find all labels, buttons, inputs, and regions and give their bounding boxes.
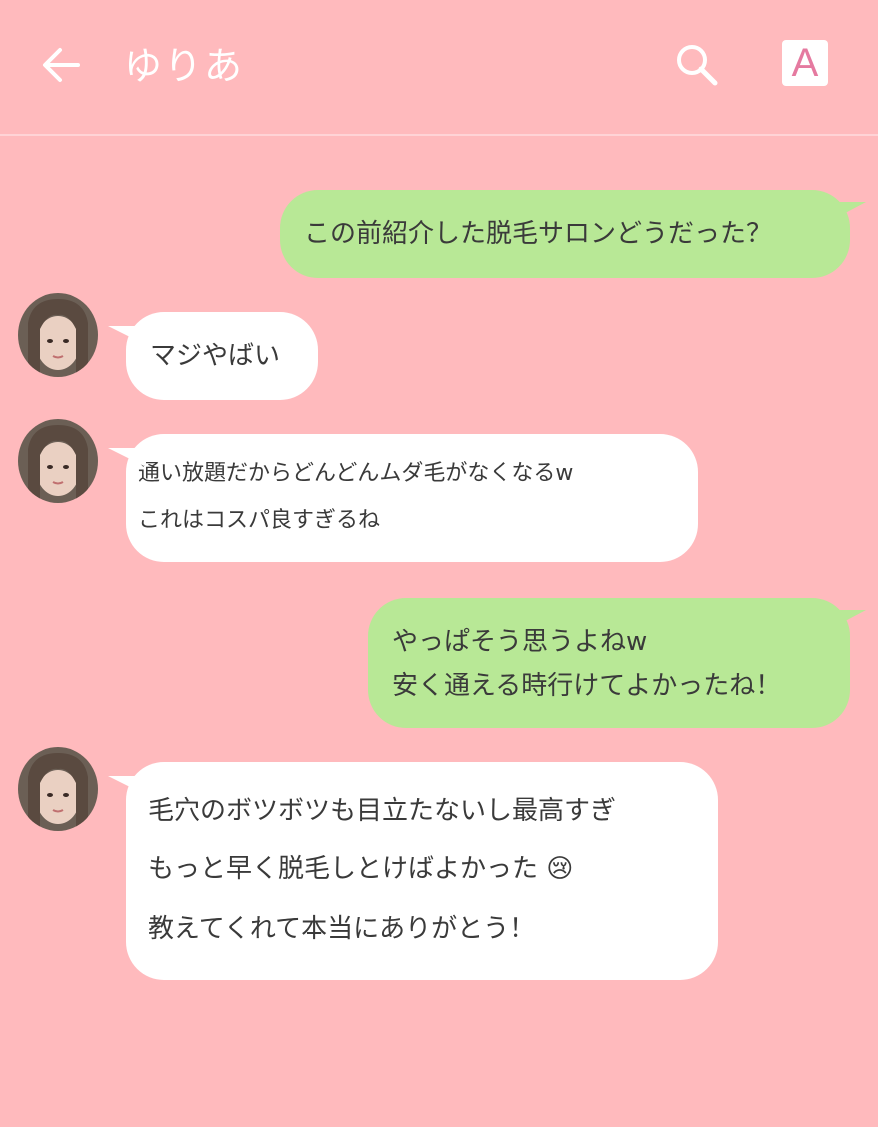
message-bubble-received: 通い放題だからどんどんムダ毛がなくなるw これはコスパ良すぎるね — [108, 434, 698, 562]
message-text: もっと早く脱毛しとけばよかった 😢 — [148, 854, 574, 884]
message-text: やっぱそう思うよねw — [392, 627, 648, 657]
bubble-tail — [108, 326, 144, 344]
message-text: 通い放題だからどんどんムダ毛がなくなるw — [138, 461, 574, 486]
avatar-image — [18, 747, 98, 831]
bubble-tail — [108, 776, 144, 794]
bubble-tail — [832, 202, 866, 220]
avatar-image — [18, 419, 98, 503]
chat-title: ゆりあ — [124, 44, 245, 88]
message-text: 毛穴のボツボツも目立たないし最高すぎ — [148, 796, 617, 826]
message-text: 教えてくれて本当にありがとう！ — [148, 914, 536, 944]
back-button[interactable] — [40, 44, 84, 88]
search-icon — [677, 45, 718, 86]
avatar[interactable] — [18, 419, 98, 503]
avatar[interactable] — [18, 293, 98, 377]
avatar-image — [18, 293, 98, 377]
arrow-left-icon — [43, 48, 80, 82]
bubble-tail — [108, 448, 144, 466]
message-text: マジやばい — [150, 341, 281, 371]
message-text: これはコスパ良すぎるね — [138, 508, 381, 533]
message-bubble-received: マジやばい — [108, 312, 318, 400]
message-text: 安く通える時行けてよかったね！ — [392, 671, 782, 701]
chat-header: ゆりあ A — [0, 0, 878, 136]
message-bubble-received: 毛穴のボツボツも目立たないし最高すぎ もっと早く脱毛しとけばよかった 😢 教えて… — [108, 762, 718, 980]
search-button[interactable] — [672, 40, 722, 90]
bubble-tail — [832, 610, 866, 628]
message-bubble-sent: やっぱそう思うよねw 安く通える時行けてよかったね！ — [368, 598, 866, 728]
avatar[interactable] — [18, 747, 98, 831]
message-bubble-sent: この前紹介した脱毛サロンどうだった？ — [280, 190, 866, 278]
font-size-button[interactable]: A — [782, 40, 828, 86]
message-text: この前紹介した脱毛サロンどうだった？ — [304, 219, 773, 249]
